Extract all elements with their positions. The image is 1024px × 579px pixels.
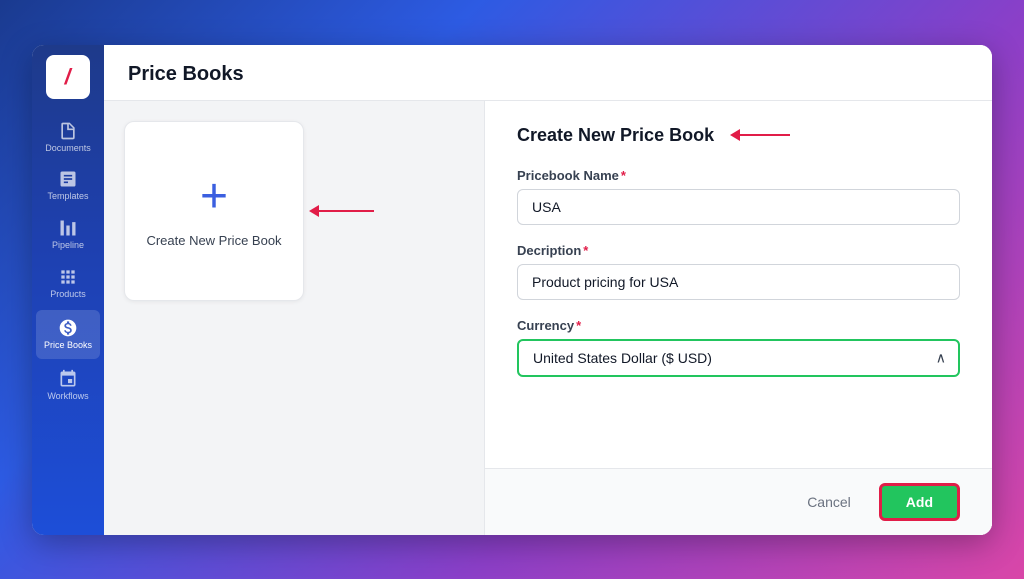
title-arrow (730, 129, 790, 141)
form-title-row: Create New Price Book (517, 125, 960, 146)
sidebar-item-products[interactable]: Products (32, 259, 104, 308)
sidebar-pricebooks-label: Price Books (44, 341, 92, 351)
sidebar-item-pipeline[interactable]: Pipeline (32, 210, 104, 259)
pipeline-icon (58, 218, 78, 238)
page-title: Price Books (128, 63, 968, 86)
sidebar-item-workflows[interactable]: Workflows (32, 361, 104, 410)
title-arrow-shaft (740, 134, 790, 136)
card-label: Create New Price Book (146, 233, 281, 248)
required-star-name: * (621, 168, 626, 183)
workflows-icon (58, 369, 78, 389)
form-footer: Cancel Add (485, 468, 992, 535)
required-star-currency: * (576, 318, 581, 333)
pricebook-name-label: Pricebook Name * (517, 168, 960, 183)
sidebar-templates-label: Templates (47, 192, 88, 202)
create-new-price-book-card[interactable]: + Create New Price Book (124, 121, 304, 301)
plus-icon: + (200, 173, 228, 221)
document-icon (58, 121, 78, 141)
sidebar-item-documents[interactable]: Documents (32, 113, 104, 162)
card-arrow (309, 205, 374, 217)
sidebar: / Documents Templates Pipeline Products … (32, 45, 104, 535)
pricebook-name-group: Pricebook Name * (517, 168, 960, 225)
form-area: Create New Price Book Pricebook Name * (485, 101, 992, 468)
sidebar-workflows-label: Workflows (47, 392, 88, 402)
sidebar-item-templates[interactable]: Templates (32, 161, 104, 210)
description-label: Decription * (517, 243, 960, 258)
title-arrow-head (730, 129, 740, 141)
app-logo[interactable]: / (46, 55, 90, 99)
sidebar-pipeline-label: Pipeline (52, 241, 84, 251)
right-panel: Create New Price Book Pricebook Name * (485, 101, 992, 535)
description-group: Decription * (517, 243, 960, 300)
products-icon (58, 267, 78, 287)
logo-slash: / (63, 64, 74, 90)
cancel-button[interactable]: Cancel (795, 486, 863, 518)
sidebar-documents-label: Documents (45, 144, 91, 154)
currency-select[interactable]: United States Dollar ($ USD) Euro (€ EUR… (517, 339, 960, 377)
arrow-shaft (319, 210, 374, 212)
pricebooks-icon (58, 318, 78, 338)
pricebook-name-input[interactable] (517, 189, 960, 225)
currency-label: Currency * (517, 318, 960, 333)
sidebar-item-price-books[interactable]: Price Books (36, 310, 100, 359)
currency-group: Currency * United States Dollar ($ USD) … (517, 318, 960, 377)
currency-select-wrapper: United States Dollar ($ USD) Euro (€ EUR… (517, 339, 960, 377)
add-button[interactable]: Add (879, 483, 960, 521)
template-icon (58, 169, 78, 189)
content-area: Price Books + Create New Price Book (104, 45, 992, 535)
left-panel: + Create New Price Book (104, 101, 484, 535)
content-body: + Create New Price Book Create New Price… (104, 101, 992, 535)
content-header: Price Books (104, 45, 992, 101)
sidebar-products-label: Products (50, 290, 86, 300)
form-title: Create New Price Book (517, 125, 714, 146)
description-input[interactable] (517, 264, 960, 300)
required-star-description: * (583, 243, 588, 258)
arrow-head (309, 205, 319, 217)
main-container: / Documents Templates Pipeline Products … (32, 45, 992, 535)
